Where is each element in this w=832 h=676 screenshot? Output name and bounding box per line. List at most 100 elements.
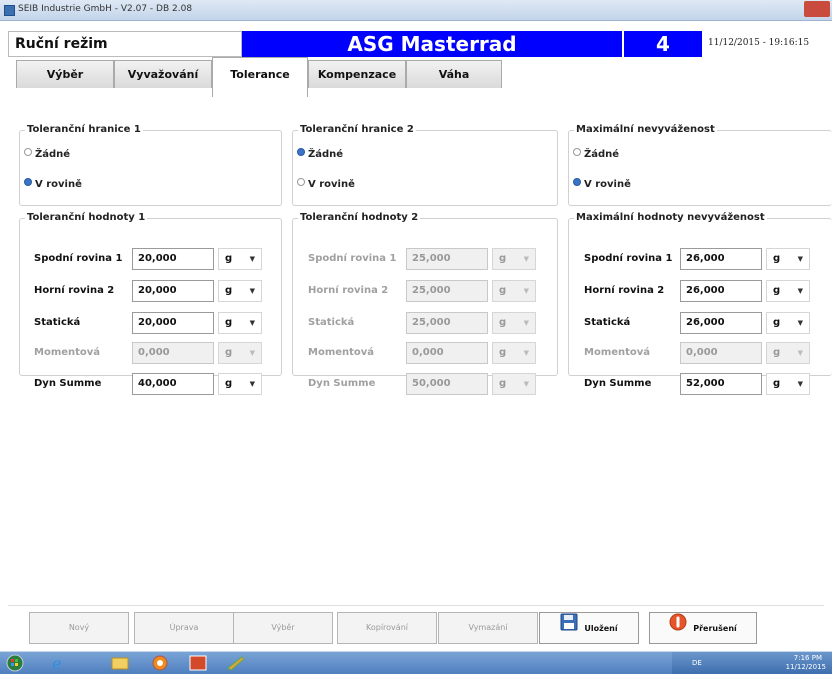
unit-dropdown[interactable]: g ▼ (218, 248, 262, 270)
row-label: Statická (308, 317, 355, 328)
media-player-icon[interactable] (146, 654, 174, 672)
value-input: 25,000 (406, 280, 488, 302)
button-label: Přerušení (693, 624, 737, 633)
tab-vyber[interactable]: Výběr (16, 60, 114, 88)
header-bar: Ruční režim ASG Masterrad 4 11/12/2015 -… (8, 31, 824, 57)
unit-label: g (773, 347, 781, 358)
radio-none[interactable]: Žádné (297, 148, 343, 160)
start-orb-icon[interactable] (4, 654, 28, 672)
value-input[interactable]: 26,000 (680, 280, 762, 302)
unit-dropdown[interactable]: g ▼ (218, 280, 262, 302)
value-row: Momentová 0,000 g ▼ (308, 342, 548, 364)
chevron-down-icon: ▼ (797, 319, 803, 327)
machine-number: 4 (656, 32, 670, 56)
value-input[interactable]: 26,000 (680, 248, 762, 270)
radio-in-plane[interactable]: V rovině (297, 178, 355, 190)
row-label: Horní rovina 2 (584, 285, 665, 296)
group-title: Maximální hodnoty nevyváženost (574, 212, 767, 223)
save-button[interactable]: Uložení (539, 612, 639, 644)
radio-in-plane[interactable]: V rovině (24, 178, 82, 190)
value-input: 0,000 (132, 342, 214, 364)
tab-vyvazovani[interactable]: Vyvažování (114, 60, 212, 88)
value-row: Statická 20,000 g ▼ (34, 312, 274, 334)
button-label: Úprava (169, 623, 199, 632)
value-row: Dyn Summe 40,000 g ▼ (34, 373, 274, 395)
radio-label: V rovině (584, 179, 631, 190)
tab-tolerance[interactable]: Tolerance (212, 57, 308, 97)
value-row: Spodní rovina 1 20,000 g ▼ (34, 248, 274, 270)
value-input[interactable]: 20,000 (132, 312, 214, 334)
unit-dropdown[interactable]: g ▼ (766, 280, 810, 302)
app-icon[interactable] (184, 654, 212, 672)
radio-dot (24, 148, 32, 156)
unit-dropdown: g ▼ (492, 280, 536, 302)
radio-dot (297, 148, 305, 156)
datetime: 11/12/2015 - 19:16:15 (708, 38, 810, 48)
folder-icon[interactable] (106, 654, 134, 672)
machine-name: ASG Masterrad (347, 32, 517, 56)
unit-dropdown[interactable]: g ▼ (766, 248, 810, 270)
taskbar: e DE 7:16 PM 11/12/2015 (0, 651, 832, 674)
button-label: Vymazání (468, 623, 508, 632)
radio-dot (297, 178, 305, 186)
edit-button: Úprava (134, 612, 234, 644)
chevron-down-icon: ▼ (523, 319, 529, 327)
row-label: Momentová (34, 347, 101, 358)
unit-dropdown[interactable]: g ▼ (766, 312, 810, 334)
unit-dropdown: g ▼ (492, 312, 536, 334)
stop-icon (669, 613, 687, 644)
value-input[interactable]: 20,000 (132, 280, 214, 302)
chevron-down-icon: ▼ (249, 380, 255, 388)
radio-in-plane[interactable]: V rovině (573, 178, 631, 190)
language-indicator[interactable]: DE (692, 659, 702, 667)
radio-none[interactable]: Žádné (24, 148, 70, 160)
paint-icon[interactable] (222, 654, 250, 672)
value-input[interactable]: 26,000 (680, 312, 762, 334)
value-row: Horní rovina 2 20,000 g ▼ (34, 280, 274, 302)
close-button[interactable] (804, 1, 830, 17)
button-label: Výběr (271, 623, 295, 632)
mode-panel: Ruční režim (8, 31, 242, 57)
unit-dropdown[interactable]: g ▼ (218, 312, 262, 334)
value-input: 25,000 (406, 312, 488, 334)
chevron-down-icon: ▼ (797, 349, 803, 357)
unit-dropdown: g ▼ (492, 342, 536, 364)
row-label: Horní rovina 2 (308, 285, 389, 296)
floppy-disk-icon (560, 613, 578, 644)
value-input[interactable]: 20,000 (132, 248, 214, 270)
row-label: Horní rovina 2 (34, 285, 115, 296)
unit-dropdown[interactable]: g ▼ (218, 373, 262, 395)
app-icon (4, 5, 15, 16)
chevron-down-icon: ▼ (523, 287, 529, 295)
tab-vaha[interactable]: Váha (406, 60, 502, 88)
chevron-down-icon: ▼ (797, 255, 803, 263)
unit-dropdown[interactable]: g ▼ (766, 373, 810, 395)
value-input[interactable]: 40,000 (132, 373, 214, 395)
button-label: Uložení (584, 624, 618, 633)
machine-panel: ASG Masterrad (242, 31, 622, 57)
row-label: Statická (34, 317, 81, 328)
unit-label: g (499, 253, 507, 264)
row-label: Spodní rovina 1 (308, 253, 397, 264)
tab-kompenzace[interactable]: Kompenzace (308, 60, 406, 88)
radio-label: V rovině (35, 179, 82, 190)
button-label: Kopírování (366, 623, 408, 632)
unit-label: g (225, 378, 233, 389)
row-label: Dyn Summe (34, 378, 102, 389)
mode-label: Ruční režim (15, 36, 108, 52)
cancel-button[interactable]: Přerušení (649, 612, 757, 644)
unit-label: g (773, 378, 781, 389)
unit-label: g (499, 347, 507, 358)
radio-label: V rovině (308, 179, 355, 190)
internet-explorer-icon[interactable]: e (44, 654, 72, 673)
value-input[interactable]: 52,000 (680, 373, 762, 395)
clock-date[interactable]: 11/12/2015 (786, 663, 826, 671)
radio-none[interactable]: Žádné (573, 148, 619, 160)
row-label: Dyn Summe (584, 378, 652, 389)
chevron-down-icon: ▼ (249, 349, 255, 357)
unit-label: g (225, 285, 233, 296)
chevron-down-icon: ▼ (249, 319, 255, 327)
delete-button: Vymazání (438, 612, 538, 644)
value-row: Statická 25,000 g ▼ (308, 312, 548, 334)
clock-time[interactable]: 7:16 PM (794, 654, 822, 662)
